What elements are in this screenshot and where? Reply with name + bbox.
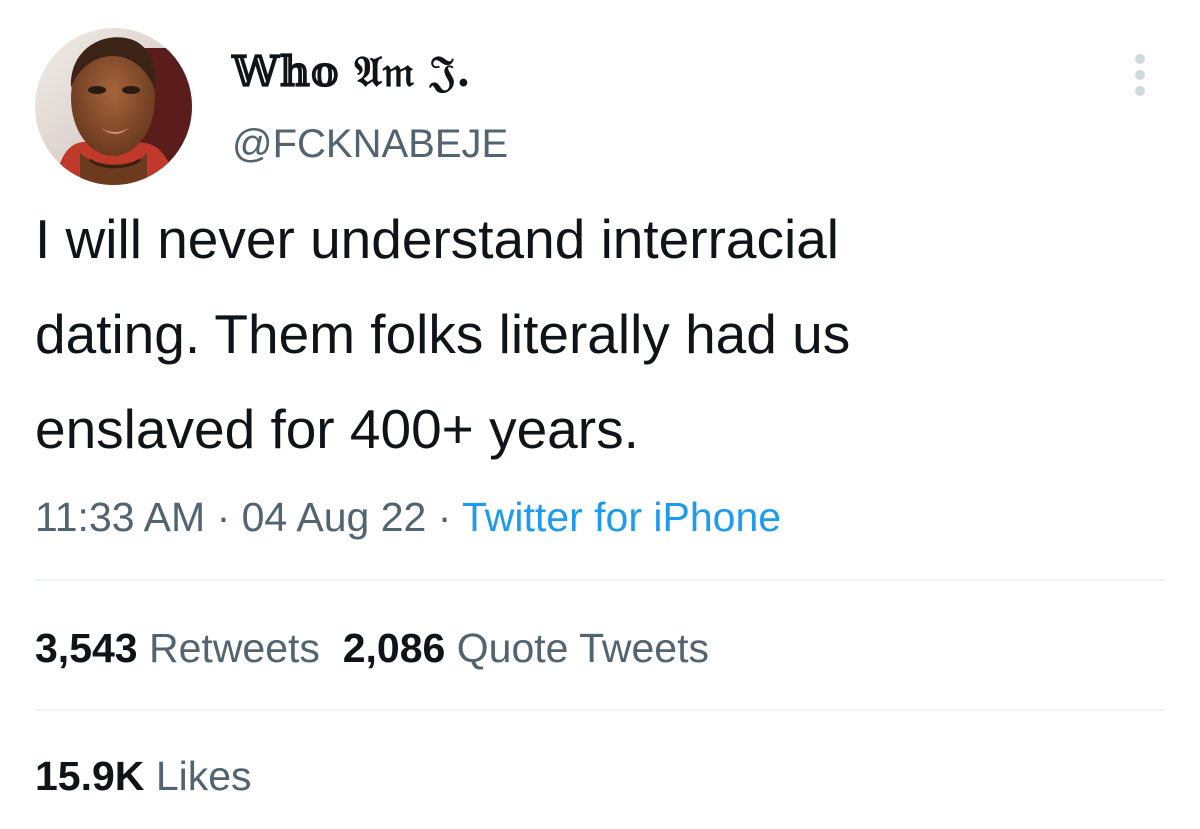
tweet-text-line: dating. Them folks literally had us — [35, 303, 851, 365]
tweet-metadata: 11:33 AM · 04 Aug 22 · Twitter for iPhon… — [35, 489, 781, 545]
quote-tweets-label: Quote Tweets — [456, 625, 709, 671]
tweet-date[interactable]: 04 Aug 22 — [242, 494, 427, 540]
tweet-text: I will never understand interracial dati… — [35, 192, 1175, 477]
quote-tweets-stat[interactable]: 2,086 Quote Tweets — [343, 625, 709, 671]
tweet-source-link[interactable]: Twitter for iPhone — [462, 494, 781, 540]
tweet-text-line: enslaved for 400+ years. — [35, 398, 639, 460]
more-options-button[interactable] — [1122, 50, 1158, 100]
likes-stat[interactable]: 15.9K Likes — [35, 748, 252, 804]
divider — [35, 709, 1165, 711]
avatar[interactable] — [35, 28, 192, 185]
more-vertical-icon — [1135, 54, 1145, 96]
meta-separator: · — [205, 494, 242, 540]
avatar-photo — [35, 28, 192, 185]
divider — [35, 579, 1165, 581]
engagement-stats: 3,543 Retweets 2,086 Quote Tweets — [35, 620, 709, 676]
retweets-label: Retweets — [149, 625, 320, 671]
tweet-detail: 𝕎𝕙𝕠 𝔄𝔪 𝔍. @FCKNABEJE I will never unders… — [0, 0, 1200, 829]
meta-separator: · — [426, 494, 463, 540]
likes-count: 15.9K — [35, 753, 145, 799]
quote-tweets-count: 2,086 — [342, 625, 446, 671]
tweet-text-line: I will never understand interracial — [35, 208, 839, 270]
retweets-count: 3,543 — [35, 625, 138, 671]
user-handle[interactable]: @FCKNABEJE — [232, 118, 508, 170]
likes-label: Likes — [155, 753, 252, 799]
display-name[interactable]: 𝕎𝕙𝕠 𝔄𝔪 𝔍. — [232, 44, 471, 100]
retweets-stat[interactable]: 3,543 Retweets — [35, 625, 320, 671]
tweet-time[interactable]: 11:33 AM — [35, 494, 205, 540]
